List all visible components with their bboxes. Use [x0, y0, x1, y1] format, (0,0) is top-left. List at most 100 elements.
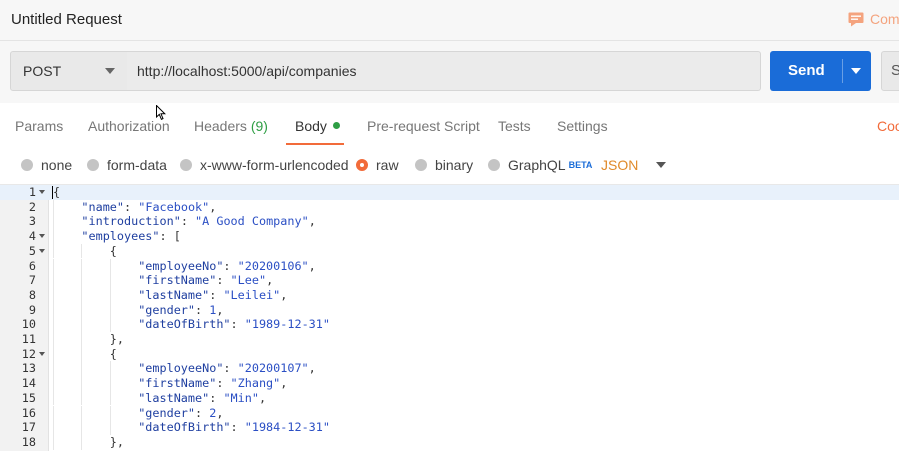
indent-guide	[81, 390, 83, 406]
tab-settings[interactable]: Settings	[557, 118, 608, 134]
radio-urlencoded[interactable]	[180, 159, 192, 171]
fold-toggle-icon[interactable]	[39, 248, 45, 253]
code-punct: ,	[308, 214, 316, 229]
json-value: "1984-12-31"	[244, 420, 330, 435]
json-key: "firstName"	[138, 273, 217, 288]
code-line[interactable]: 6 "employeeNo": "20200106",	[0, 258, 899, 274]
code-line[interactable]: 9 "gender": 1,	[0, 302, 899, 318]
body-code-editor[interactable]: 1{2 "name": "Facebook", 3 "introduction": "…	[0, 184, 899, 451]
send-divider	[842, 59, 843, 83]
code-line[interactable]: 7 "firstName": "Lee",	[0, 273, 899, 288]
code-line[interactable]: 14 "firstName": "Zhang",	[0, 376, 899, 391]
code-line[interactable]: 4 "employees": [	[0, 229, 899, 244]
raw-format-select[interactable]: JSON	[601, 157, 667, 173]
fold-toggle-icon[interactable]	[39, 351, 45, 356]
radio-form-data[interactable]	[87, 159, 99, 171]
indent-guide	[81, 302, 83, 318]
fold-toggle-icon[interactable]	[39, 190, 45, 194]
line-number: 6	[28, 258, 36, 273]
line-number: 3	[28, 214, 36, 229]
beta-badge: BETA	[568, 160, 593, 170]
tab-tests[interactable]: Tests	[498, 118, 531, 134]
json-value: "20200107"	[237, 361, 309, 376]
code-line[interactable]: 2 "name": "Facebook",	[0, 199, 899, 215]
fold-toggle-icon[interactable]	[39, 234, 45, 239]
json-key: "lastName"	[138, 287, 210, 302]
line-number: 17	[21, 420, 36, 435]
code-line[interactable]: 13 "employeeNo": "20200107",	[0, 361, 899, 377]
code-line[interactable]: 8 "lastName": "Leilei",	[0, 287, 899, 303]
indent-guide	[53, 229, 54, 244]
tab-body[interactable]: Body	[295, 118, 340, 134]
body-type-raw[interactable]: raw	[356, 157, 399, 173]
code-line[interactable]: 1{	[0, 185, 899, 200]
json-key: "dateOfBirth"	[138, 317, 231, 332]
send-options-chevron-icon[interactable]	[851, 68, 861, 74]
code-line[interactable]: 18},	[0, 434, 899, 450]
body-type-binary[interactable]: binary	[415, 157, 473, 173]
save-button[interactable]: Sa	[881, 51, 899, 91]
radio-graphql[interactable]	[488, 159, 500, 171]
code-text: "dateOfBirth": "1984-12-31"	[138, 420, 330, 435]
cookies-link[interactable]: Coo	[877, 118, 899, 134]
json-key: "dateOfBirth"	[138, 420, 231, 435]
code-text: "employees": [	[81, 229, 180, 244]
indent-guide	[81, 405, 83, 421]
text-cursor	[52, 186, 53, 199]
tab-headers[interactable]: Headers (9)	[194, 118, 268, 134]
json-value: "Min"	[223, 390, 259, 405]
code-text: {	[53, 185, 60, 200]
url-input[interactable]: http://localhost:5000/api/companies	[127, 51, 761, 91]
indent-guide	[81, 287, 83, 303]
code-punct: :	[223, 258, 238, 273]
code-line[interactable]: 15 "lastName": "Min",	[0, 390, 899, 406]
code-punct: :	[195, 405, 210, 420]
body-type-form-data[interactable]: form-data	[87, 157, 167, 173]
radio-raw-selected[interactable]	[356, 159, 368, 171]
line-number: 5	[28, 243, 36, 258]
method-select[interactable]: POST	[10, 51, 128, 91]
indent-guide	[81, 332, 83, 347]
comments-button[interactable]: Com	[848, 11, 899, 27]
request-title[interactable]: Untitled Request	[11, 11, 122, 28]
indent-guide	[53, 199, 54, 215]
indent-guide	[81, 317, 83, 332]
code-punct: ,	[258, 390, 267, 405]
line-number: 8	[28, 287, 36, 302]
indent-guide	[109, 420, 111, 435]
code-line[interactable]: 17 "dateOfBirth": "1984-12-31"	[0, 420, 899, 435]
json-value: "Zhang"	[230, 376, 281, 391]
indent-guide	[53, 273, 54, 288]
tab-body-label: Body	[295, 118, 327, 134]
line-number: 2	[28, 199, 36, 214]
tab-authorization[interactable]: Authorization	[88, 118, 170, 134]
code-line[interactable]: 3 "introduction": "A Good Company",	[0, 214, 899, 230]
code-punct: ,	[216, 405, 224, 420]
code-line[interactable]: 10 "dateOfBirth": "1989-12-31"	[0, 317, 899, 332]
code-line[interactable]: 11},	[0, 332, 899, 347]
body-type-urlencoded[interactable]: x-www-form-urlencoded	[180, 157, 349, 173]
code-line[interactable]: 5{	[0, 243, 899, 259]
code-line[interactable]: 12 {	[0, 346, 899, 362]
code-line[interactable]: 16 "gender": 2,	[0, 405, 899, 421]
line-number: 9	[28, 302, 36, 317]
body-type-urlencoded-label: x-www-form-urlencoded	[200, 157, 349, 173]
line-number: 18	[21, 434, 36, 449]
code-punct: :	[223, 361, 238, 376]
indent-guide	[109, 390, 111, 406]
chevron-down-icon	[105, 68, 115, 74]
body-type-none[interactable]: none	[21, 157, 72, 173]
line-number: 10	[21, 317, 36, 332]
body-type-graphql[interactable]: GraphQL BETA	[488, 157, 592, 173]
line-number: 13	[21, 361, 36, 376]
radio-none[interactable]	[21, 159, 33, 171]
code-punct: :	[124, 199, 139, 214]
tab-pre-request-script[interactable]: Pre-request Script	[367, 118, 480, 134]
line-number: 12	[21, 346, 36, 361]
send-button[interactable]: Send	[770, 51, 871, 91]
code-punct: :	[216, 376, 231, 391]
tab-headers-label: Headers	[194, 118, 247, 134]
tab-params[interactable]: Params	[15, 118, 63, 134]
code-token: },	[109, 332, 125, 346]
radio-binary[interactable]	[415, 159, 427, 171]
